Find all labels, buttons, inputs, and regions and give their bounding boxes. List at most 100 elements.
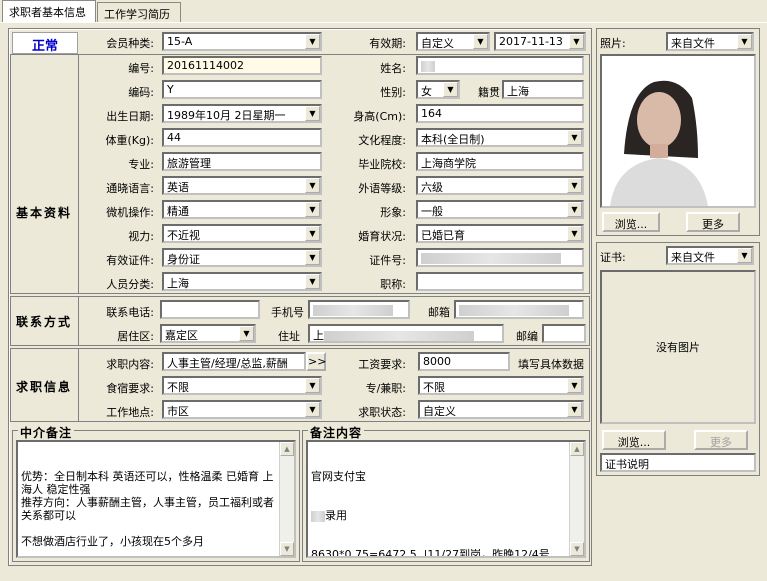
school-field[interactable]: 上海商学院 [416,152,584,171]
redacted-name [421,60,435,72]
section-divider [78,54,79,294]
job-status-select[interactable]: 自定义 ▼ [418,400,584,419]
member-type-select[interactable]: 15-A ▼ [162,32,322,51]
agency-notes-title: 中介备注 [18,424,75,441]
redacted-mobile [313,304,393,316]
chevron-down-icon: ▼ [305,226,320,241]
section-divider [78,296,79,346]
vision-select[interactable]: 不近视 ▼ [162,224,322,243]
chevron-down-icon: ▼ [567,378,582,393]
scroll-up-icon[interactable]: ▲ [570,442,584,456]
chevron-down-icon: ▼ [239,326,254,341]
certificate-browse-button[interactable]: 浏览... [602,430,666,450]
district-label: 居住区: [117,330,154,343]
zip-label: 邮编 [516,330,538,343]
photo-browse-button[interactable]: 浏览... [602,212,660,232]
code-field[interactable]: Y [162,80,322,99]
section-job-title: 求职信息 [16,380,73,394]
chevron-down-icon: ▼ [569,34,584,49]
parttime-label: 专/兼职: [365,382,406,395]
certificate-source-select[interactable]: 来自文件 ▼ [666,246,754,265]
marital-select[interactable]: 已婚已育 ▼ [416,224,584,243]
zip-field[interactable] [542,324,586,343]
job-title-field[interactable] [416,272,584,291]
certificate-more-button[interactable]: 更多 [694,430,748,450]
validity-label: 有效期: [369,37,406,50]
height-field[interactable]: 164 [416,104,584,123]
education-select[interactable]: 本科(全日制) ▼ [416,128,584,147]
chevron-down-icon: ▼ [305,106,320,121]
computer-skill-select[interactable]: 精通 ▼ [162,200,322,219]
salary-field[interactable]: 8000 [418,352,510,371]
scroll-down-icon[interactable]: ▼ [280,542,294,556]
chevron-down-icon: ▼ [567,130,582,145]
job-content-label: 求职内容: [106,358,154,371]
address-field[interactable]: 上 [308,324,504,343]
chevron-down-icon: ▼ [305,402,320,417]
district-select[interactable]: 嘉定区 ▼ [160,324,256,343]
chevron-down-icon: ▼ [305,274,320,289]
work-location-select[interactable]: 市区 ▼ [162,400,322,419]
parttime-select[interactable]: 不限 ▼ [418,376,584,395]
certificate-number-field[interactable] [416,248,584,267]
job-content-more-button[interactable]: >> [306,352,326,371]
redacted-address [324,330,474,341]
remark-scrollbar[interactable]: ▲ ▼ [569,442,584,556]
validity-date-picker[interactable]: 2017-11-13 ▼ [494,32,586,51]
gender-label: 性别: [380,86,406,99]
scroll-down-icon[interactable]: ▼ [570,542,584,556]
language-select[interactable]: 英语 ▼ [162,176,322,195]
job-content-field[interactable]: 人事主管/经理/总监,薪酬 [162,352,306,371]
weight-field[interactable]: 44 [162,128,322,147]
section-contact-title: 联系方式 [16,315,73,329]
id-label: 编号: [128,62,154,75]
certificate-type-select[interactable]: 身份证 ▼ [162,248,322,267]
phone-label: 联系电话: [106,306,154,319]
tab-work-history[interactable]: 工作学习简历 [97,2,181,22]
chevron-down-icon: ▼ [305,202,320,217]
scroll-up-icon[interactable]: ▲ [280,442,294,456]
language-level-select[interactable]: 六级 ▼ [416,176,584,195]
photo-more-button[interactable]: 更多 [686,212,740,232]
remark-textarea[interactable]: 官网支付宝 录用 8630*0.75=6472.5 |11/27到岗，昨晚12/… [306,440,586,558]
no-image-text: 没有图片 [656,341,700,354]
work-location-label: 工作地点: [106,406,154,419]
salary-hint: 填写具体数据 [518,358,584,371]
agency-notes-textarea[interactable]: 优势：全日制本科 英语还可以，性格温柔 已婚育 上海人 稳定性强 推荐方向：人事… [16,440,296,558]
certificate-label: 证书: [600,251,626,264]
redacted-email [459,304,569,316]
validity-type-select[interactable]: 自定义 ▼ [416,32,490,51]
photo-source-select[interactable]: 来自文件 ▼ [666,32,754,51]
tab-basic-info[interactable]: 求职者基本信息 [2,0,96,22]
agency-notes-scrollbar[interactable]: ▲ ▼ [279,442,294,556]
remark-line-3: 8630*0.75=6472.5 |11/27到岗，昨晚12/4号 [311,548,550,558]
id-field[interactable]: 20161114002 [162,56,322,75]
origin-field[interactable]: 上海 [502,80,584,99]
chevron-down-icon: ▼ [305,178,320,193]
address-label: 住址 [278,330,300,343]
name-label: 姓名: [380,62,406,75]
school-label: 毕业院校: [358,158,406,171]
board-select[interactable]: 不限 ▼ [162,376,322,395]
birth-date-label: 出生日期: [106,110,154,123]
chevron-down-icon: ▼ [737,34,752,49]
chevron-down-icon: ▼ [567,202,582,217]
appearance-select[interactable]: 一般 ▼ [416,200,584,219]
phone-field[interactable] [160,300,260,319]
status-badge: 正常 [12,32,78,54]
section-basic-title: 基本资料 [16,206,73,220]
major-field[interactable]: 旅游管理 [162,152,322,171]
email-field[interactable] [454,300,584,319]
gender-select[interactable]: 女 ▼ [416,80,460,99]
certificate-description-field[interactable]: 证书说明 [600,453,756,472]
chevron-down-icon: ▼ [473,34,488,49]
name-field[interactable] [416,56,584,75]
education-label: 文化程度: [358,134,406,147]
chevron-down-icon: ▼ [567,226,582,241]
category-select[interactable]: 上海 ▼ [162,272,322,291]
birth-date-picker[interactable]: 1989年10月 2日星期一 ▼ [162,104,322,123]
language-label: 通晓语言: [106,182,154,195]
mobile-field[interactable] [308,300,410,319]
board-label: 食宿要求: [106,382,154,395]
origin-label: 籍贯 [478,86,500,99]
